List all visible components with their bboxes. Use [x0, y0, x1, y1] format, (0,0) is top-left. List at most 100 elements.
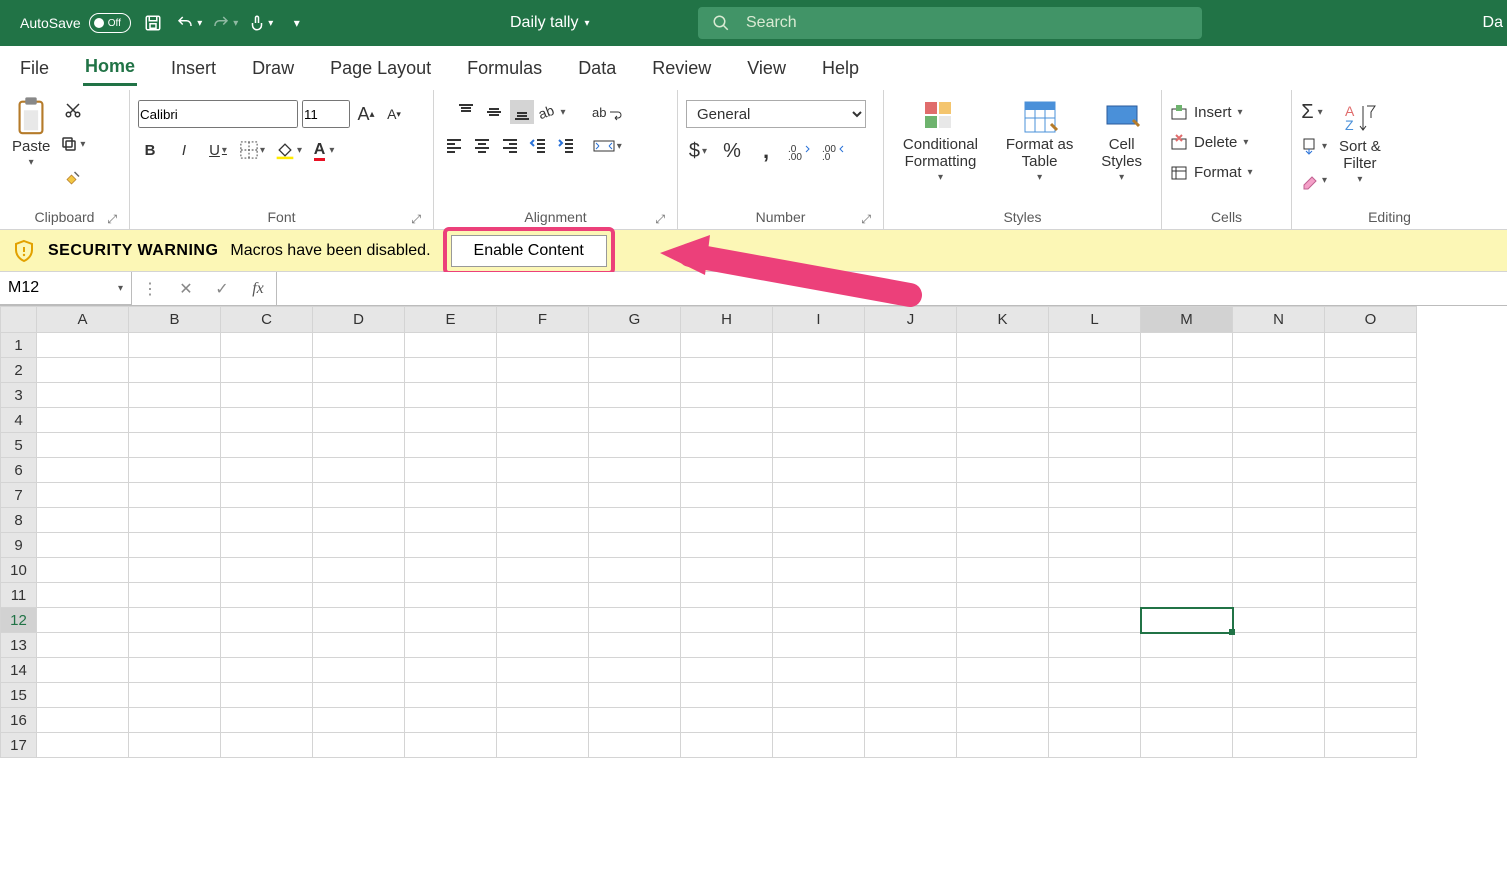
cell[interactable] [589, 483, 681, 508]
row-header[interactable]: 13 [1, 633, 37, 658]
cell[interactable] [221, 458, 313, 483]
cell[interactable] [1233, 358, 1325, 383]
cell[interactable] [865, 358, 957, 383]
row-header[interactable]: 15 [1, 683, 37, 708]
cell[interactable] [1325, 633, 1417, 658]
autosum-button[interactable]: Σ▾ [1300, 100, 1324, 124]
cell[interactable] [681, 383, 773, 408]
borders-button[interactable]: ▾ [240, 138, 265, 162]
cell[interactable] [221, 583, 313, 608]
enable-content-button[interactable]: Enable Content [451, 235, 607, 267]
decrease-decimal-button[interactable]: .00.0 [822, 139, 846, 163]
cell[interactable] [37, 458, 129, 483]
row-header[interactable]: 7 [1, 483, 37, 508]
cell[interactable] [1141, 583, 1233, 608]
cell[interactable] [773, 458, 865, 483]
cell[interactable] [1141, 483, 1233, 508]
cell[interactable] [221, 358, 313, 383]
cell[interactable] [313, 683, 405, 708]
redo-icon[interactable]: ▾ [211, 9, 239, 37]
align-middle-button[interactable] [482, 100, 506, 124]
col-header[interactable]: I [773, 307, 865, 333]
cell[interactable] [957, 458, 1049, 483]
delete-cells-button[interactable]: Delete▾ [1170, 130, 1248, 154]
cell[interactable] [681, 558, 773, 583]
row-header[interactable]: 17 [1, 733, 37, 758]
cell[interactable] [1233, 583, 1325, 608]
cell[interactable] [129, 458, 221, 483]
cell[interactable] [589, 408, 681, 433]
cell[interactable] [773, 633, 865, 658]
cell[interactable] [37, 483, 129, 508]
spreadsheet-grid[interactable]: ABCDEFGHIJKLMNO1234567891011121314151617 [0, 306, 1507, 758]
row-header[interactable]: 2 [1, 358, 37, 383]
cell[interactable] [129, 533, 221, 558]
cell[interactable] [957, 333, 1049, 358]
row-header[interactable]: 8 [1, 508, 37, 533]
cell[interactable] [1049, 583, 1141, 608]
col-header[interactable]: G [589, 307, 681, 333]
cell[interactable] [865, 583, 957, 608]
cell[interactable] [405, 333, 497, 358]
increase-font-button[interactable]: A▴ [354, 102, 378, 126]
cell[interactable] [1233, 433, 1325, 458]
cell[interactable] [1325, 358, 1417, 383]
cell[interactable] [405, 608, 497, 633]
cell[interactable] [313, 358, 405, 383]
autosave-switch[interactable]: Off [89, 13, 131, 33]
cell[interactable] [957, 683, 1049, 708]
cell[interactable] [313, 408, 405, 433]
cell[interactable] [1233, 608, 1325, 633]
cell[interactable] [221, 658, 313, 683]
cell[interactable] [1049, 708, 1141, 733]
cell[interactable] [221, 508, 313, 533]
cell[interactable] [773, 433, 865, 458]
cell[interactable] [1233, 708, 1325, 733]
cell[interactable] [681, 733, 773, 758]
cell[interactable] [773, 683, 865, 708]
cell[interactable] [129, 483, 221, 508]
cell[interactable] [1325, 558, 1417, 583]
cell[interactable] [221, 383, 313, 408]
cell[interactable] [957, 608, 1049, 633]
cell[interactable] [37, 708, 129, 733]
cancel-formula-button[interactable]: ✕ [168, 279, 204, 299]
cell[interactable] [957, 383, 1049, 408]
clear-button[interactable]: ▾ [1300, 168, 1327, 192]
cell[interactable] [37, 633, 129, 658]
font-size-select[interactable] [302, 100, 350, 128]
cell[interactable] [865, 508, 957, 533]
italic-button[interactable]: I [172, 138, 196, 162]
col-header[interactable]: E [405, 307, 497, 333]
cell[interactable] [865, 633, 957, 658]
cell[interactable] [1325, 483, 1417, 508]
cell[interactable] [865, 608, 957, 633]
cell[interactable] [1049, 683, 1141, 708]
cell[interactable] [221, 683, 313, 708]
cell[interactable] [497, 608, 589, 633]
col-header[interactable]: N [1233, 307, 1325, 333]
cell[interactable] [865, 458, 957, 483]
row-header[interactable]: 5 [1, 433, 37, 458]
cell[interactable] [405, 458, 497, 483]
cell[interactable] [773, 608, 865, 633]
save-icon[interactable] [139, 9, 167, 37]
row-header[interactable]: 9 [1, 533, 37, 558]
cell[interactable] [313, 433, 405, 458]
cell[interactable] [1141, 408, 1233, 433]
col-header[interactable]: H [681, 307, 773, 333]
col-header[interactable]: L [1049, 307, 1141, 333]
cell[interactable] [865, 433, 957, 458]
bold-button[interactable]: B [138, 138, 162, 162]
col-header[interactable]: A [37, 307, 129, 333]
cell[interactable] [405, 483, 497, 508]
cell[interactable] [1325, 683, 1417, 708]
cell[interactable] [1325, 608, 1417, 633]
conditional-formatting-button[interactable]: Conditional Formatting▾ [899, 98, 982, 185]
align-right-button[interactable] [498, 134, 522, 158]
cell[interactable] [1141, 458, 1233, 483]
cell[interactable] [1325, 383, 1417, 408]
cell[interactable] [589, 733, 681, 758]
formula-input[interactable] [277, 272, 1507, 305]
fb-dropdown-button[interactable]: ⋮ [132, 279, 168, 299]
